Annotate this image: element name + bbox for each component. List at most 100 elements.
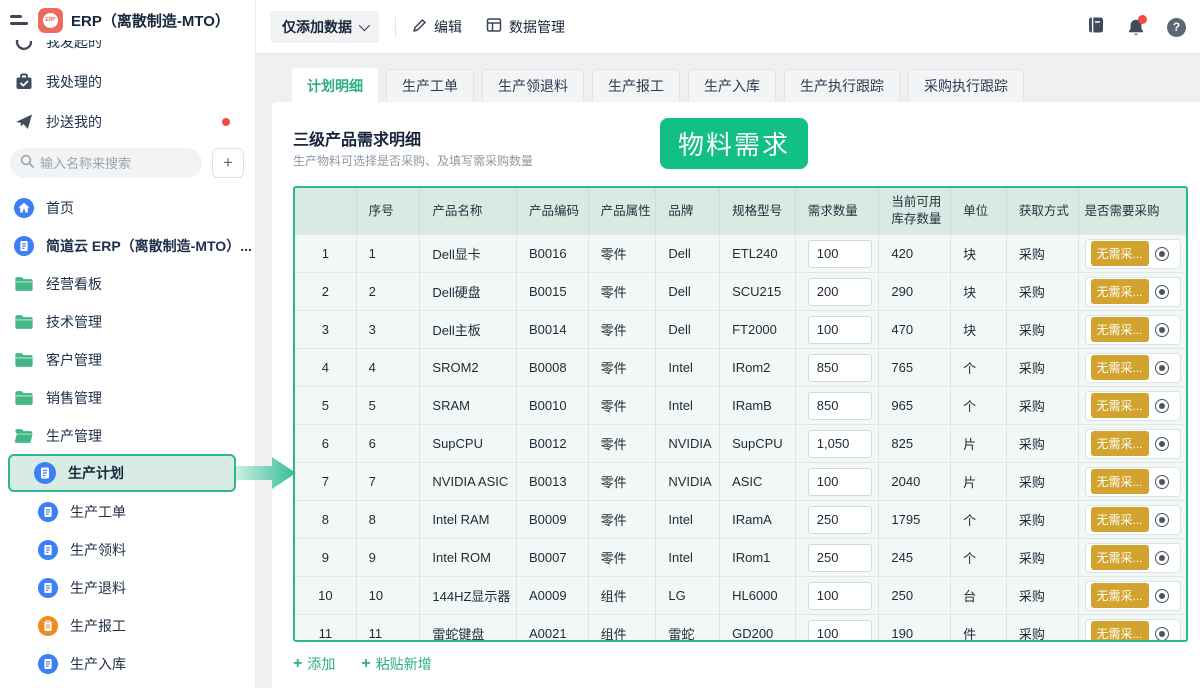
sidebar-item-label: 简道云 ERP（离散制造-MTO）... (46, 236, 252, 256)
no-purchase-button[interactable]: 无需采... (1091, 431, 1149, 456)
cell-attr: 零件 (589, 311, 657, 348)
demand-qty-input[interactable] (808, 278, 872, 306)
radio-target-icon[interactable] (1155, 589, 1169, 603)
cell-purchase: 无需采... (1079, 235, 1186, 272)
table-row: 1111雷蛇键盘A0021组件雷蛇GD200190件采购无需采... (295, 614, 1186, 642)
add-app-button[interactable]: + (212, 148, 244, 178)
no-purchase-button[interactable]: 无需采... (1091, 469, 1149, 494)
tab-production-tracking[interactable]: 生产执行跟踪 (784, 69, 900, 102)
sidebar: ERP ERP（离散制造-MTO） 我发起的 我处理的 抄送我的 (0, 0, 256, 688)
tab-warehouse-in[interactable]: 生产入库 (688, 69, 776, 102)
cell-spec: ETL240 (720, 235, 796, 272)
cell-unit: 件 (951, 615, 1007, 642)
tab-production-workorder[interactable]: 生产工单 (386, 69, 474, 102)
demand-qty-input[interactable] (808, 468, 872, 496)
sidebar-item-app-entry[interactable]: 简道云 ERP（离散制造-MTO）... (0, 228, 256, 264)
tab-plan-detail[interactable]: 计划明细 (292, 68, 378, 102)
sidebar-folder-dashboard[interactable]: 经营看板 (0, 266, 256, 302)
sidebar-item-home[interactable]: 首页 (0, 190, 256, 226)
tab-purchase-tracking[interactable]: 采购执行跟踪 (908, 69, 1024, 102)
radio-target-icon[interactable] (1155, 399, 1169, 413)
radio-target-icon[interactable] (1155, 475, 1169, 489)
tab-material-pick-return[interactable]: 生产领退料 (482, 69, 584, 102)
radio-target-icon[interactable] (1155, 513, 1169, 527)
add-row-button[interactable]: + 添加 (293, 654, 335, 674)
table-row: 33Dell主板B0014零件DellFT2000470块采购无需采... (295, 310, 1186, 348)
document-icon (38, 501, 58, 523)
cell-unit: 个 (951, 387, 1007, 424)
sidebar-item-cc-to-me[interactable]: 抄送我的 (0, 104, 256, 140)
data-manage-button[interactable]: 数据管理 (486, 17, 565, 37)
sidebar-item-work-report[interactable]: 生产报工 (0, 608, 256, 644)
cell-stock: 250 (879, 577, 951, 614)
demand-qty-input[interactable] (808, 582, 872, 610)
demand-qty-input[interactable] (808, 430, 872, 458)
paper-plane-icon (14, 113, 34, 131)
topbar-right-icons: ? (1086, 0, 1186, 54)
demand-qty-input[interactable] (808, 506, 872, 534)
no-purchase-button[interactable]: 无需采... (1091, 355, 1149, 380)
no-purchase-button[interactable]: 无需采... (1091, 279, 1149, 304)
demand-qty-input[interactable] (808, 316, 872, 344)
no-purchase-button[interactable]: 无需采... (1091, 507, 1149, 532)
sidebar-item-my-tasks[interactable]: 我处理的 (0, 64, 256, 100)
search-box[interactable] (10, 148, 202, 178)
table-row: 99Intel ROMB0007零件IntelIRom1245个采购无需采... (295, 538, 1186, 576)
cell-product-name: SupCPU (420, 425, 517, 462)
sidebar-item-production-plan[interactable]: 生产计划 (8, 454, 236, 492)
purchase-choice-box: 无需采... (1085, 467, 1181, 497)
cell-product-code: B0008 (517, 349, 589, 386)
cell-stock: 420 (879, 235, 951, 272)
hamburger-menu-icon[interactable] (10, 14, 28, 26)
demand-qty-input[interactable] (808, 544, 872, 572)
header-cell: 是否需要采购 (1079, 188, 1186, 234)
no-purchase-button[interactable]: 无需采... (1091, 241, 1149, 266)
sidebar-folder-customer[interactable]: 客户管理 (0, 342, 256, 378)
demand-qty-input[interactable] (808, 354, 872, 382)
no-purchase-button[interactable]: 无需采... (1091, 317, 1149, 342)
briefcase-check-icon (14, 73, 34, 91)
paste-add-button[interactable]: + 粘贴新增 (361, 654, 431, 674)
row-index: 11 (295, 615, 357, 642)
cell-product-name: Intel ROM (420, 539, 517, 576)
purchase-choice-box: 无需采... (1085, 239, 1181, 269)
cell-spec: HL6000 (720, 577, 796, 614)
sidebar-folder-production[interactable]: 生产管理 (0, 418, 256, 454)
cell-purchase: 无需采... (1079, 311, 1186, 348)
no-purchase-button[interactable]: 无需采... (1091, 621, 1149, 642)
cell-method: 采购 (1007, 311, 1079, 348)
sidebar-folder-sales[interactable]: 销售管理 (0, 380, 256, 416)
no-purchase-button[interactable]: 无需采... (1091, 583, 1149, 608)
radio-target-icon[interactable] (1155, 323, 1169, 337)
row-index: 8 (295, 501, 357, 538)
sidebar-folder-tech[interactable]: 技术管理 (0, 304, 256, 340)
help-icon[interactable]: ? (1167, 18, 1186, 37)
sidebar-item-warehouse-in[interactable]: 生产入库 (0, 646, 256, 682)
sidebar-item-material-pick[interactable]: 生产领料 (0, 532, 256, 568)
sidebar-item-material-return[interactable]: 生产退料 (0, 570, 256, 606)
radio-target-icon[interactable] (1155, 361, 1169, 375)
sidebar-item-production-workorder[interactable]: 生产工单 (0, 494, 256, 530)
demand-qty-input[interactable] (808, 392, 872, 420)
cell-product-code: B0015 (517, 273, 589, 310)
cell-method: 采购 (1007, 349, 1079, 386)
tab-work-report[interactable]: 生产报工 (592, 69, 680, 102)
radio-target-icon[interactable] (1155, 285, 1169, 299)
no-purchase-button[interactable]: 无需采... (1091, 545, 1149, 570)
demand-qty-input[interactable] (808, 240, 872, 268)
radio-target-icon[interactable] (1155, 627, 1169, 641)
radio-target-icon[interactable] (1155, 437, 1169, 451)
notifications-bell-icon[interactable] (1127, 18, 1145, 37)
demand-qty-input[interactable] (808, 620, 872, 643)
table-footer: + 添加 + 粘贴新增 (293, 654, 432, 674)
radio-target-icon[interactable] (1155, 247, 1169, 261)
no-purchase-button[interactable]: 无需采... (1091, 393, 1149, 418)
add-data-mode-button[interactable]: 仅添加数据 (270, 11, 379, 43)
table-row: 11Dell显卡B0016零件DellETL240420块采购无需采... (295, 234, 1186, 272)
radio-target-icon[interactable] (1155, 551, 1169, 565)
header-cell: 规格型号 (720, 188, 796, 234)
address-book-icon[interactable] (1086, 16, 1105, 39)
cell-product-code: B0014 (517, 311, 589, 348)
edit-button[interactable]: 编辑 (412, 17, 462, 37)
search-input[interactable] (40, 156, 190, 171)
